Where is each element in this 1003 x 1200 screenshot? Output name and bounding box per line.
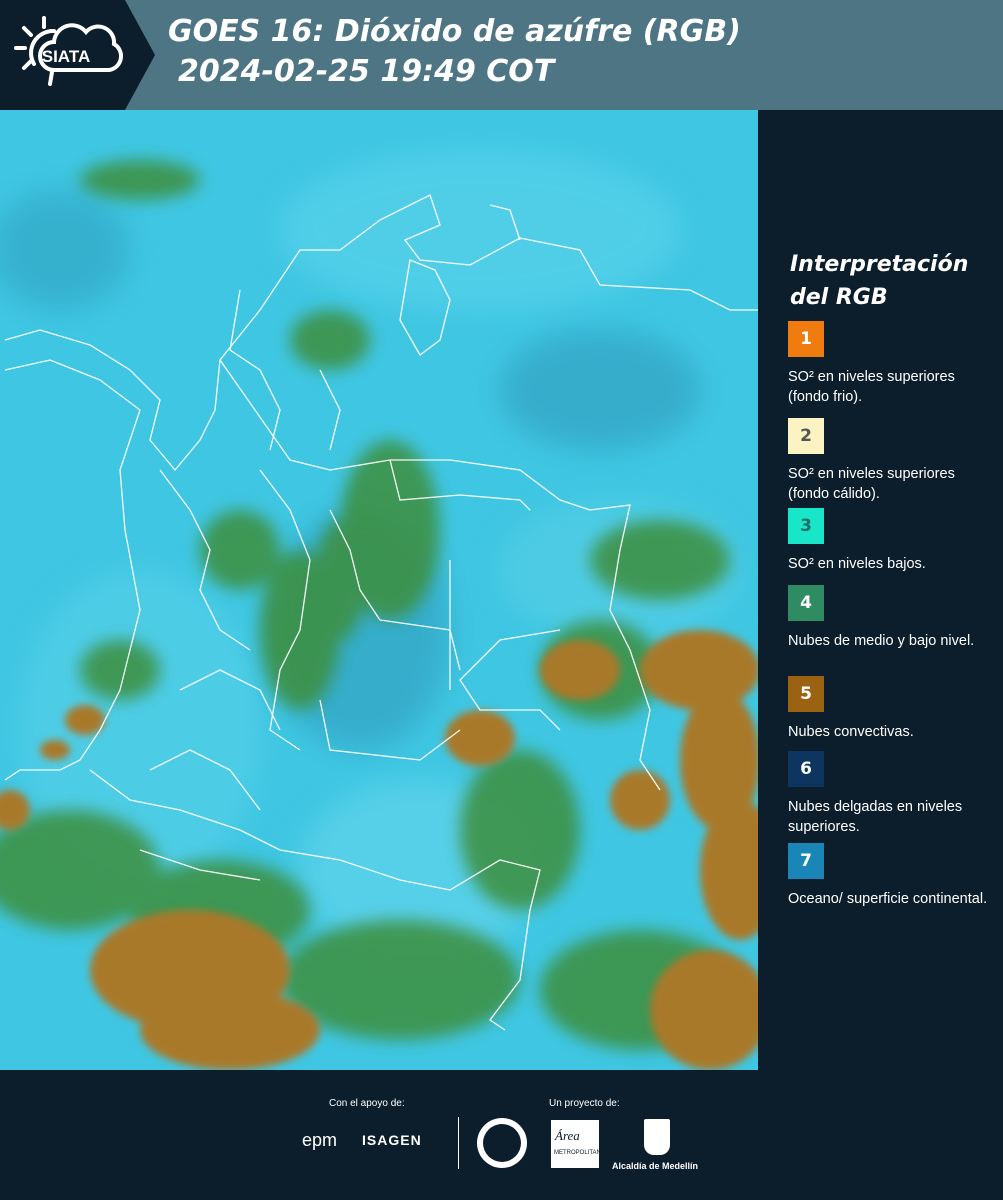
legend-item-3: 3 SO² en niveles bajos. [788, 508, 993, 574]
legend-label-4: Nubes de medio y bajo nivel. [788, 633, 975, 649]
legend-swatch-1: 1 [788, 321, 824, 357]
legend-label-1: SO² en niveles superiores (fondo frio). [788, 369, 955, 405]
valle-aburra-seal-logo [477, 1118, 527, 1168]
map-image [0, 110, 758, 1070]
footer-divider [458, 1117, 459, 1169]
alcaldia-logo-text: Alcaldía de Medellín [612, 1161, 699, 1171]
area-metropolitana-logo: Área METROPOLITANA [551, 1120, 605, 1168]
area-logo-text: Área [555, 1128, 580, 1143]
support-label: Con el apoyo de: [329, 1098, 405, 1109]
legend-label-7: Oceano/ superficie continental. [788, 891, 988, 907]
isagen-logo: ISAGEN [362, 1132, 422, 1148]
legend-item-4: 4 Nubes de medio y bajo nivel. [788, 585, 993, 651]
legend-swatch-2: 2 [788, 418, 824, 454]
legend-panel: Interpretación del RGB 1 SO² en niveles … [760, 110, 1003, 1070]
epm-logo: epm [302, 1130, 338, 1150]
legend-item-6: 6 Nubes delgadas en niveles superiores. [788, 751, 993, 837]
legend-item-7: 7 Oceano/ superficie continental. [788, 843, 993, 909]
legend-label-6: Nubes delgadas en niveles superiores. [788, 799, 963, 835]
legend-swatch-3: 3 [788, 508, 824, 544]
project-label: Un proyecto de: [549, 1098, 620, 1109]
legend-item-5: 5 Nubes convectivas. [788, 676, 993, 742]
legend-item-1: 1 SO² en niveles superiores (fondo frio)… [788, 321, 993, 407]
footer: Con el apoyo de: Un proyecto de: epm ISA… [0, 1070, 1003, 1200]
legend-title: Interpretación del RGB [790, 252, 969, 310]
legend-swatch-4: 4 [788, 585, 824, 621]
legend-swatch-5: 5 [788, 676, 824, 712]
siata-logo: SIATA [14, 16, 124, 86]
legend-label-3: SO² en niveles bajos. [788, 556, 926, 572]
area-logo-subtext: METROPOLITANA [554, 1150, 605, 1156]
legend-label-2: SO² en niveles superiores (fondo cálido)… [788, 466, 955, 502]
satellite-map [0, 110, 758, 1070]
page-title: GOES 16: Dióxido de azúfre (RGB) [168, 14, 741, 49]
legend-label-5: Nubes convectivas. [788, 724, 914, 740]
header-bar: SIATA GOES 16: Dióxido de azúfre (RGB) 2… [0, 0, 1003, 110]
legend-swatch-6: 6 [788, 751, 824, 787]
legend-item-2: 2 SO² en niveles superiores (fondo cálid… [788, 418, 993, 504]
legend-swatch-7: 7 [788, 843, 824, 879]
alcaldia-shield-logo [644, 1119, 670, 1155]
siata-logo-text: SIATA [42, 47, 90, 66]
page-timestamp: 2024-02-25 19:49 COT [178, 54, 555, 89]
